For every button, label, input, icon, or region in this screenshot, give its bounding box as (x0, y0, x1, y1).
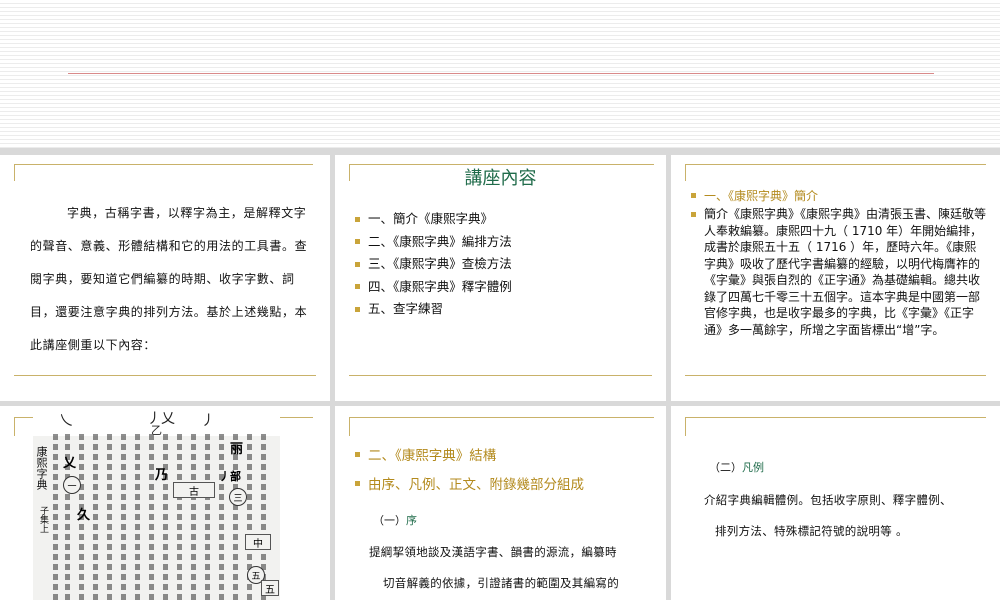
square-bullet-icon (355, 216, 360, 222)
list-item: 一、簡介《康熙字典》 (355, 208, 512, 231)
slide-thumbnail-3[interactable]: 一、《康熙字典》簡介 簡介《康熙字典》《康熙字典》由清張玉書、陳廷敬等人奉敕編纂… (671, 155, 1000, 401)
structure-heading: 二、《康熙字典》結構 (355, 444, 496, 464)
square-bullet-icon (355, 239, 360, 245)
guide-text-line: 排列方法、特殊標記符號的說明等 。 (715, 524, 908, 538)
bottom-rule (14, 375, 316, 376)
text-column (149, 434, 154, 600)
intro-body-text: 簡介《康熙字典》《康熙字典》由清張玉書、陳廷敬等人奉敕編纂。康熙四十九（ 171… (704, 207, 987, 337)
preface-label: （一）序 (373, 514, 417, 527)
text-column (93, 434, 98, 600)
slide-thumbnail-5[interactable]: 二、《康熙字典》結構 由序、凡例、正文、附錄幾部分組成 （一）序 提綱挈領地談及… (335, 406, 666, 600)
contents-list: 一、簡介《康熙字典》 二、《康熙字典》編排方法 三、《康熙字典》查檢方法 四、《… (355, 208, 512, 321)
slide-thumbnail-6[interactable]: （二）凡例 介紹字典編輯體例。包括收字原則、釋字體例、 排列方法、特殊標記符號的… (671, 406, 1000, 600)
headword-char: 乂 (63, 456, 77, 471)
text-column (163, 434, 168, 600)
square-bullet-icon (355, 306, 360, 312)
square-bullet-icon (355, 451, 360, 457)
structure-subheading: 由序、凡例、正文、附錄幾部分組成 (355, 473, 584, 493)
seal-glyph: 乀 (59, 413, 73, 429)
boxed-annotation: 中 (245, 534, 271, 550)
headword-char: 久 (77, 508, 91, 523)
bottom-rule (685, 375, 986, 376)
guide-label: （二）凡例 (709, 461, 764, 474)
preface-text-line: 切音解義的依據，引證諸書的範圍及其編寫的 (383, 576, 619, 590)
slide-thumbnail-1[interactable]: 字典，古稱字書，以釋字為主，是解釋文字的聲音、意義、形體結構和它的用法的工具書。… (0, 155, 330, 401)
slide-frame-decoration (14, 164, 313, 181)
bottom-rule (349, 375, 652, 376)
slide-frame-decoration (685, 164, 986, 181)
title-divider-line (68, 73, 934, 74)
slide-frame-decoration (685, 417, 986, 436)
lecture-contents-title: 講座內容 (464, 168, 537, 189)
intro-body: 簡介《康熙字典》《康熙字典》由清張玉書、陳廷敬等人奉敕編纂。康熙四十九（ 171… (691, 206, 991, 338)
list-item: 四、《康熙字典》釋字體例 (355, 276, 512, 299)
text-column (121, 434, 126, 600)
text-column (135, 434, 140, 600)
boxed-annotation: 古 (173, 482, 215, 498)
slide-thumbnail-2[interactable]: 講座內容 一、簡介《康熙字典》 二、《康熙字典》編排方法 三、《康熙字典》查檢方… (335, 155, 666, 401)
radical-heading: 丿部 (219, 470, 241, 483)
seal-glyph: 丿 (201, 413, 215, 429)
stroke-count-marker: 一 (63, 476, 81, 494)
guide-text-line: 介紹字典編輯體例。包括收字原則、釋字體例、 (704, 493, 952, 507)
headword-char: 乃 (155, 468, 169, 483)
text-column (107, 434, 112, 600)
list-item: 五、查字練習 (355, 298, 512, 321)
square-bullet-icon (691, 193, 696, 198)
square-bullet-icon (355, 480, 360, 486)
book-title-label: 康熙字典 (35, 446, 48, 490)
preface-text-line: 提綱挈領地談及漢語字書、韻書的源流，編纂時 (369, 545, 617, 559)
boxed-annotation: 五 (261, 580, 279, 596)
section-heading: 一、《康熙字典》簡介 (691, 187, 818, 204)
square-bullet-icon (355, 284, 360, 290)
list-item: 三、《康熙字典》查檢方法 (355, 253, 512, 276)
list-item: 二、《康熙字典》編排方法 (355, 231, 512, 254)
volume-label: 子集上 (38, 506, 48, 533)
dictionary-page-scan: 乀 丿乂 乙 丿 康熙字典 子集上 丽 乂 乃 丿部 久 三 一 五 古 中 五 (33, 406, 280, 600)
square-bullet-icon (691, 212, 696, 217)
text-column (177, 434, 182, 600)
square-bullet-icon (355, 261, 360, 267)
text-column (205, 434, 210, 600)
slide-thumbnail-4[interactable]: 乀 丿乂 乙 丿 康熙字典 子集上 丽 乂 乃 丿部 久 三 一 五 古 中 五 (0, 406, 330, 600)
text-column (191, 434, 196, 600)
intro-paragraph: 字典，古稱字書，以釋字為主，是解釋文字的聲音、意義、形體結構和它的用法的工具書。… (30, 206, 308, 352)
text-column (219, 434, 224, 600)
slide-frame-decoration (349, 417, 654, 436)
headword-char: 丽 (230, 442, 244, 457)
text-column (53, 434, 58, 600)
text-column (233, 434, 238, 600)
stroke-count-marker: 三 (229, 488, 247, 506)
title-slide-preview[interactable] (0, 0, 1000, 148)
